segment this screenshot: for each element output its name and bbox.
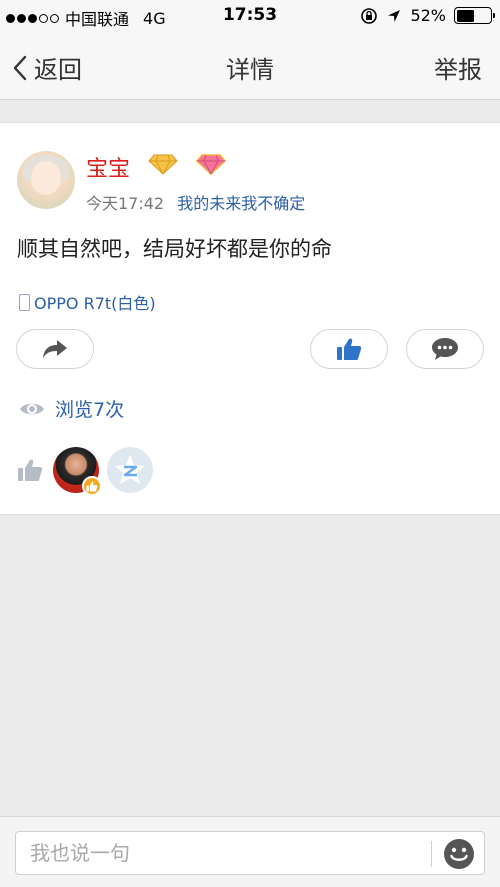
device-info: OPPO R7t(白色) (19, 290, 156, 314)
status-bar: 中国联通 4G 17:53 52% (0, 0, 500, 34)
username[interactable]: 宝宝 (86, 151, 130, 183)
liked-by-list (17, 447, 153, 496)
qzone-star-icon (115, 455, 145, 484)
liker-avatar[interactable] (107, 447, 153, 493)
post-content: 顺其自然吧，结局好坏都是你的命 (17, 237, 332, 261)
view-count-label: 浏览7次 (55, 399, 125, 421)
post-time: 今天17:42 (86, 194, 165, 213)
location-arrow-icon (388, 9, 401, 22)
thumbs-up-icon (18, 459, 43, 481)
comment-input-bar (0, 816, 500, 887)
comment-input[interactable] (30, 832, 430, 874)
pink-diamond-badge-icon (196, 154, 226, 175)
user-signature[interactable]: 我的未来我不确定 (177, 194, 305, 213)
comment-input-box (15, 831, 485, 875)
like-badge-icon (82, 476, 102, 496)
post-card: 宝宝 今天17:42 我的未来我不确定 顺其自然吧，结局好坏都是你的命 OPPO… (0, 122, 500, 515)
rotation-lock-icon (361, 7, 378, 24)
post-meta: 今天17:42 我的未来我不确定 (86, 190, 305, 214)
view-count: 浏览7次 (19, 395, 124, 422)
battery-icon (454, 7, 495, 24)
thumbs-up-icon (337, 338, 362, 360)
page-title: 详情 (226, 56, 274, 84)
comment-bubble-icon (432, 338, 458, 360)
nav-bar: 返回 详情 举报 (0, 34, 500, 100)
share-button[interactable] (16, 329, 94, 369)
like-button[interactable] (310, 329, 388, 369)
battery-percent: 52% (410, 6, 446, 25)
gold-diamond-badge-icon (148, 154, 178, 175)
input-divider (431, 841, 432, 867)
status-right: 52% (360, 6, 495, 25)
liker-avatar[interactable] (53, 447, 102, 496)
share-arrow-icon (43, 340, 67, 358)
phone-icon (19, 293, 30, 311)
emoji-icon[interactable] (443, 838, 475, 870)
eye-icon (20, 403, 44, 414)
report-button[interactable]: 举报 (434, 50, 482, 85)
comment-button[interactable] (406, 329, 484, 369)
device-label: OPPO R7t(白色) (34, 294, 156, 313)
avatar[interactable] (17, 151, 75, 209)
